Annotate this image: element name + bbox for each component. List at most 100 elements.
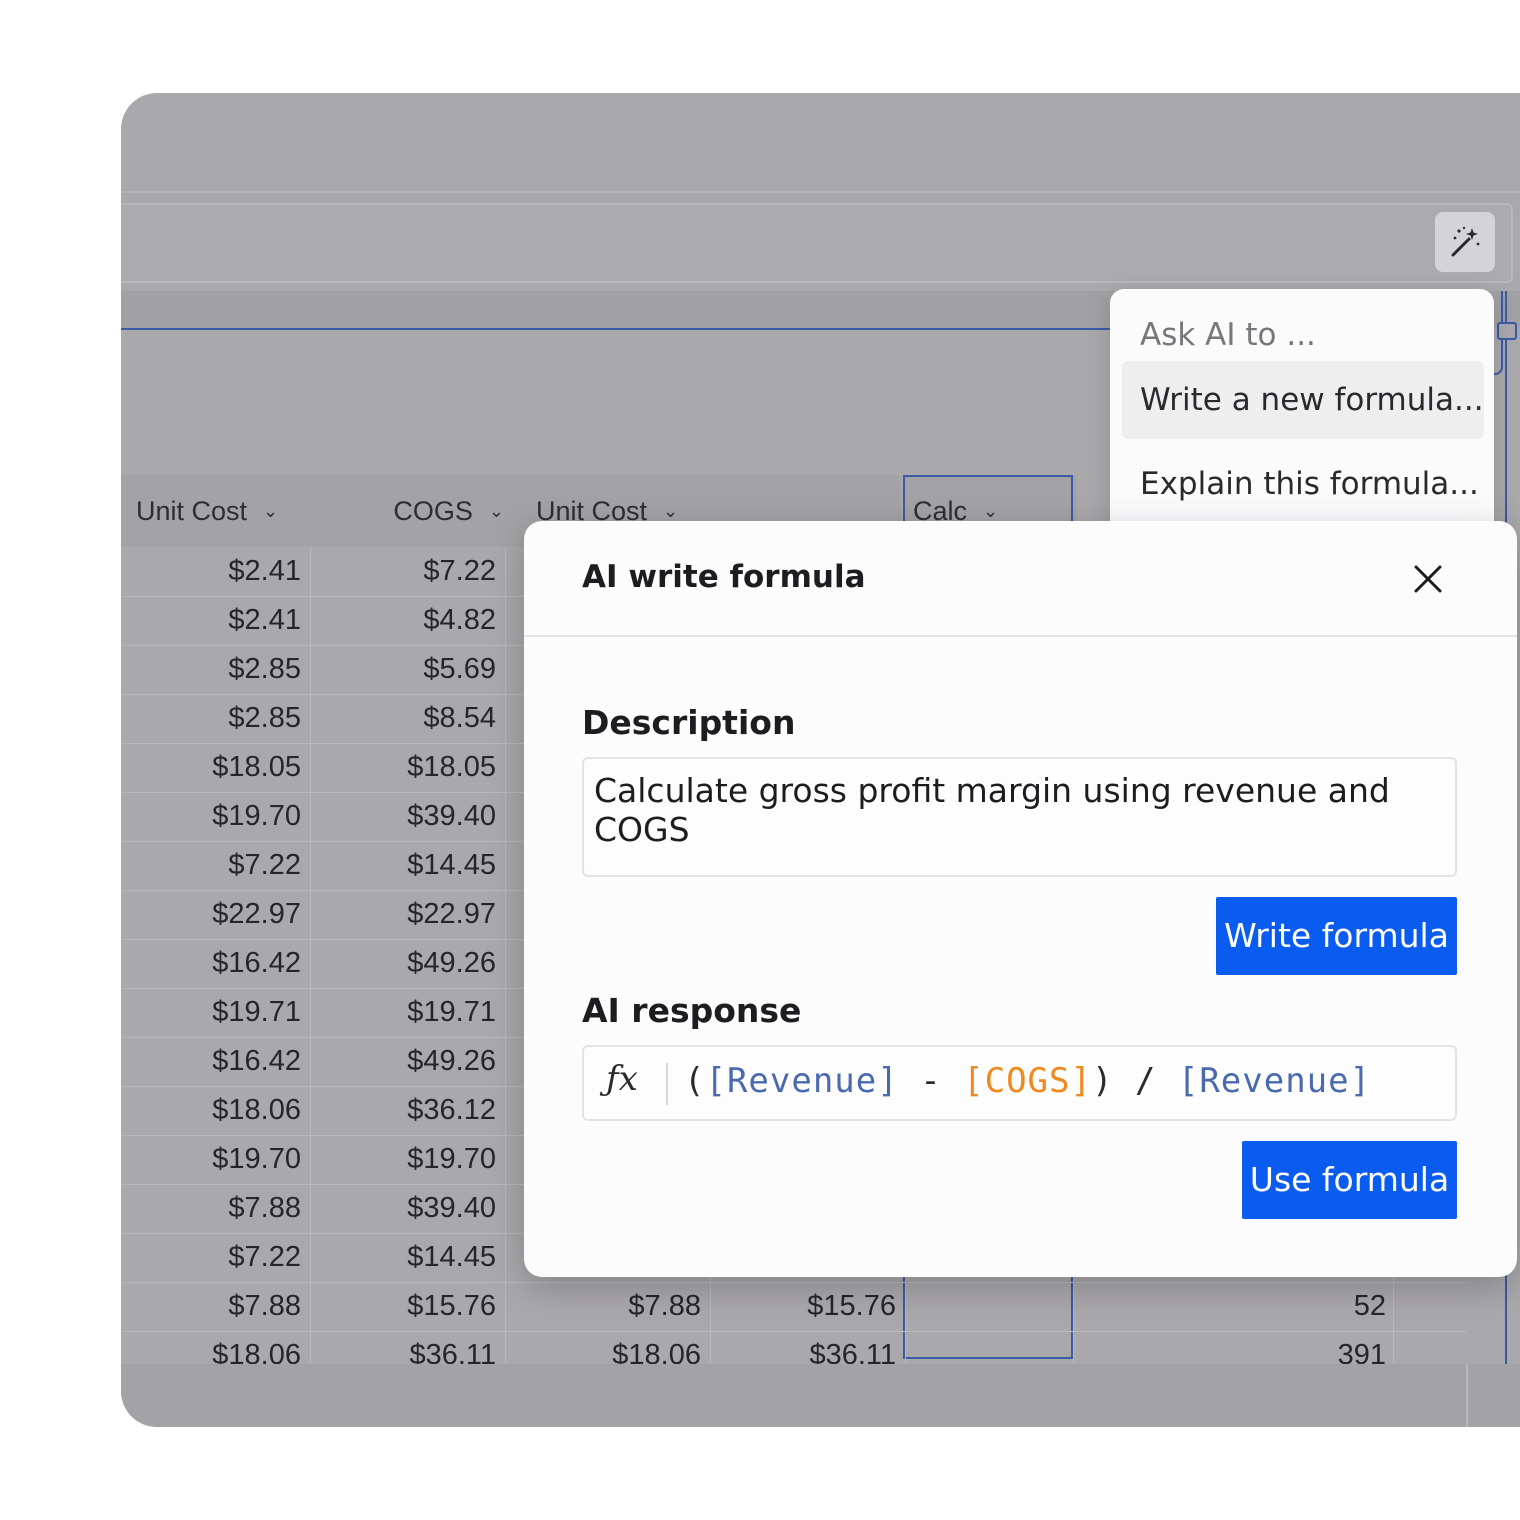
table-cell[interactable]: $22.97 xyxy=(141,890,301,939)
column-divider xyxy=(505,988,506,1037)
dialog-divider xyxy=(524,635,1517,637)
column-divider xyxy=(310,1184,311,1233)
table-cell[interactable]: $14.45 xyxy=(336,841,496,890)
description-field[interactable]: Calculate gross profit margin using reve… xyxy=(582,757,1457,877)
table-cell[interactable]: $39.40 xyxy=(336,792,496,841)
table-cell[interactable]: $2.85 xyxy=(141,645,301,694)
table-cell[interactable]: $19.71 xyxy=(141,988,301,1037)
column-divider xyxy=(310,1282,311,1331)
table-footer xyxy=(121,1364,1520,1427)
table-cell[interactable]: $16.42 xyxy=(141,1037,301,1086)
column-divider xyxy=(1393,1282,1394,1331)
menu-item-write-formula[interactable]: Write a new formula... xyxy=(1122,361,1484,439)
table-cell[interactable]: $2.41 xyxy=(141,596,301,645)
column-divider xyxy=(310,1233,311,1282)
use-formula-button[interactable]: Use formula xyxy=(1242,1141,1457,1219)
table-cell[interactable]: $7.22 xyxy=(141,841,301,890)
close-icon[interactable] xyxy=(1410,561,1446,597)
table-cell[interactable]: $49.26 xyxy=(336,939,496,988)
table-cell[interactable]: $19.70 xyxy=(141,792,301,841)
function-icon: ƒx xyxy=(606,1059,638,1099)
write-formula-button[interactable]: Write formula xyxy=(1216,897,1457,975)
column-header-cogs[interactable]: COGS ⌄ xyxy=(310,475,514,547)
formula-token-revenue: [Revenue] xyxy=(705,1061,899,1101)
column-divider xyxy=(505,1037,506,1086)
column-divider xyxy=(310,645,311,694)
ai-write-formula-dialog: AI write formula Description Calculate g… xyxy=(524,521,1517,1277)
table-cell[interactable]: 52 xyxy=(1226,1282,1386,1331)
table-cell[interactable]: $36.12 xyxy=(336,1086,496,1135)
column-divider xyxy=(310,792,311,841)
column-divider xyxy=(505,792,506,841)
column-divider xyxy=(905,1282,906,1331)
table-cell[interactable]: $19.70 xyxy=(141,1135,301,1184)
column-divider xyxy=(310,694,311,743)
column-divider xyxy=(505,694,506,743)
table-cell[interactable]: $7.88 xyxy=(541,1282,701,1331)
column-divider xyxy=(505,1135,506,1184)
table-cell[interactable]: $22.97 xyxy=(336,890,496,939)
table-cell[interactable]: $39.40 xyxy=(336,1184,496,1233)
column-divider xyxy=(310,1037,311,1086)
column-divider xyxy=(310,743,311,792)
ai-assistant-button[interactable] xyxy=(1435,212,1495,272)
column-divider xyxy=(710,1282,711,1331)
column-divider xyxy=(505,939,506,988)
table-cell[interactable]: $14.45 xyxy=(336,1233,496,1282)
description-label: Description xyxy=(582,703,796,742)
column-divider xyxy=(310,841,311,890)
description-value: Calculate gross profit margin using reve… xyxy=(594,771,1390,849)
ai-response-label: AI response xyxy=(582,991,802,1030)
ai-response-field[interactable]: ƒx ([Revenue] - [COGS]) / [Revenue] xyxy=(582,1045,1457,1121)
table-cell[interactable]: $7.22 xyxy=(141,1233,301,1282)
menu-item-explain-formula[interactable]: Explain this formula... xyxy=(1122,445,1484,523)
table-cell[interactable]: $4.82 xyxy=(336,596,496,645)
table-cell[interactable]: $7.88 xyxy=(141,1184,301,1233)
table-cell[interactable]: $49.26 xyxy=(336,1037,496,1086)
formula-bar[interactable] xyxy=(121,203,1513,283)
column-divider xyxy=(310,547,311,596)
formula-token-revenue: [Revenue] xyxy=(1177,1061,1372,1101)
table-cell[interactable]: $7.22 xyxy=(336,547,496,596)
chevron-down-icon: ⌄ xyxy=(263,500,279,521)
menu-title: Ask AI to ... xyxy=(1140,317,1316,353)
table-cell[interactable]: $2.41 xyxy=(141,547,301,596)
column-header-unit-cost[interactable]: Unit Cost ⌄ xyxy=(121,475,324,547)
formula-text: ([Revenue] - [COGS]) / [Revenue] xyxy=(684,1061,1371,1101)
fx-divider xyxy=(666,1063,668,1105)
toolbar-divider xyxy=(121,191,1520,193)
table-cell[interactable]: $18.05 xyxy=(141,743,301,792)
table-cell[interactable]: $16.42 xyxy=(141,939,301,988)
table-cell[interactable]: $5.69 xyxy=(336,645,496,694)
column-divider xyxy=(505,1282,506,1331)
column-header-label: Unit Cost xyxy=(136,495,248,526)
table-row[interactable]: $7.88 $15.76 $7.88 $15.76 52 xyxy=(121,1282,1466,1332)
column-divider xyxy=(505,743,506,792)
column-divider xyxy=(310,890,311,939)
table-cell[interactable]: $19.71 xyxy=(336,988,496,1037)
table-cell[interactable] xyxy=(909,1282,1069,1331)
column-divider xyxy=(310,988,311,1037)
table-cell[interactable]: $2.85 xyxy=(141,694,301,743)
ask-ai-menu: Ask AI to ... Write a new formula... Exp… xyxy=(1110,289,1494,559)
table-cell[interactable]: $8.54 xyxy=(336,694,496,743)
table-cell[interactable]: $15.76 xyxy=(736,1282,896,1331)
formula-token: ) / xyxy=(1091,1061,1178,1101)
column-divider xyxy=(505,1086,506,1135)
column-divider xyxy=(310,1086,311,1135)
column-divider xyxy=(505,890,506,939)
column-divider xyxy=(505,1233,506,1282)
chevron-down-icon: ⌄ xyxy=(488,500,504,521)
table-cell[interactable]: $18.06 xyxy=(141,1086,301,1135)
table-cell[interactable]: $18.05 xyxy=(336,743,496,792)
dialog-title: AI write formula xyxy=(582,559,866,595)
column-divider xyxy=(1466,1364,1468,1427)
table-cell[interactable]: $15.76 xyxy=(336,1282,496,1331)
table-cell[interactable]: $19.70 xyxy=(336,1135,496,1184)
selection-handle[interactable] xyxy=(1497,322,1517,340)
formula-token: ( xyxy=(684,1061,706,1101)
magic-wand-icon xyxy=(1451,226,1480,257)
column-divider xyxy=(505,1184,506,1233)
column-divider xyxy=(310,596,311,645)
table-cell[interactable]: $7.88 xyxy=(141,1282,301,1331)
